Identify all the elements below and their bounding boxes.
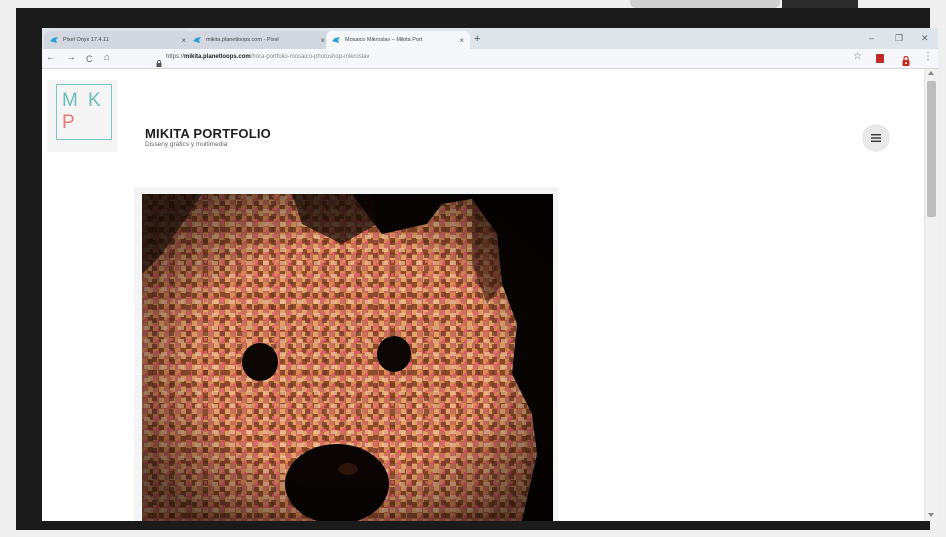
url-scheme: https:// (166, 54, 185, 60)
vertical-scrollbar[interactable] (924, 69, 938, 521)
featured-image-frame (134, 187, 558, 521)
site-logo[interactable]: M K P (47, 80, 117, 152)
maximize-button[interactable]: ❐ (895, 33, 903, 44)
logo-mark: M K P (56, 84, 112, 140)
hamburger-icon (871, 134, 881, 142)
address-bar: ← → C ⌂ https://mikita.planetloops.com/h… (42, 49, 938, 69)
tab-bar: Pixel Onyx 17.4.11 × mikita.planetloops.… (42, 28, 938, 49)
logo-letter-k: K (88, 90, 101, 111)
tab-pixel-onyx[interactable]: Pixel Onyx 17.4.11 × (44, 31, 192, 49)
tab-mosaico-active[interactable]: Mosaico Mikroslav – Mikita Port × (326, 31, 470, 49)
tab-mikita-planetloops[interactable]: mikita.planetloops.com - Pixel × (187, 31, 331, 49)
lock-extension-icon[interactable] (902, 53, 910, 66)
mosaic-photo[interactable] (142, 194, 553, 521)
tab-close-icon[interactable]: × (320, 36, 325, 45)
bird-favicon-icon (193, 36, 201, 44)
home-button[interactable]: ⌂ (104, 52, 110, 64)
bird-favicon-icon (332, 36, 340, 44)
tab-title: Pixel Onyx 17.4.11 (63, 37, 109, 43)
tab-title: Mosaico Mikroslav – Mikita Port (345, 37, 423, 43)
minimize-button[interactable]: – (869, 33, 874, 43)
kebab-menu-icon[interactable]: ⋮ (923, 51, 933, 62)
monitor-frame: Pixel Onyx 17.4.11 × mikita.planetloops.… (16, 8, 938, 530)
padlock-icon (156, 54, 162, 67)
tab-close-icon[interactable]: × (181, 36, 186, 45)
browser-window: Pixel Onyx 17.4.11 × mikita.planetloops.… (42, 28, 938, 521)
background-decoration (782, 0, 858, 8)
tab-title: mikita.planetloops.com - Pixel (206, 37, 279, 43)
hamburger-menu-button[interactable] (862, 124, 890, 152)
scroll-up-arrow-icon[interactable] (928, 71, 934, 75)
site-tagline: Disseny gràfics y multimedia (145, 141, 228, 148)
reload-button[interactable]: C (86, 53, 93, 65)
bird-favicon-icon (50, 36, 58, 44)
tab-close-icon[interactable]: × (459, 36, 464, 45)
url-path: /hora-portfolio-mosaico-photoshop-mikros… (250, 54, 370, 60)
scroll-down-arrow-icon[interactable] (928, 513, 934, 517)
background-decoration (630, 0, 780, 8)
logo-letter-m: M (62, 90, 78, 111)
forward-button[interactable]: → (66, 52, 76, 64)
page-viewport: M K P MIKITA PORTFOLIO Disseny gràfics y… (42, 69, 924, 521)
wombat-mosaic-image (142, 194, 553, 521)
url-field[interactable]: https://mikita.planetloops.com/hora-port… (166, 54, 369, 60)
url-host: mikita.planetloops.com (184, 54, 251, 60)
new-tab-button[interactable]: + (474, 33, 480, 45)
star-icon[interactable]: ☆ (853, 51, 862, 62)
logo-letter-p: P (62, 112, 75, 133)
close-window-button[interactable]: ✕ (921, 33, 929, 44)
back-button[interactable]: ← (46, 52, 56, 64)
pdf-extension-icon[interactable] (876, 54, 884, 63)
site-title[interactable]: MIKITA PORTFOLIO (145, 126, 271, 141)
scroll-thumb[interactable] (927, 81, 936, 217)
